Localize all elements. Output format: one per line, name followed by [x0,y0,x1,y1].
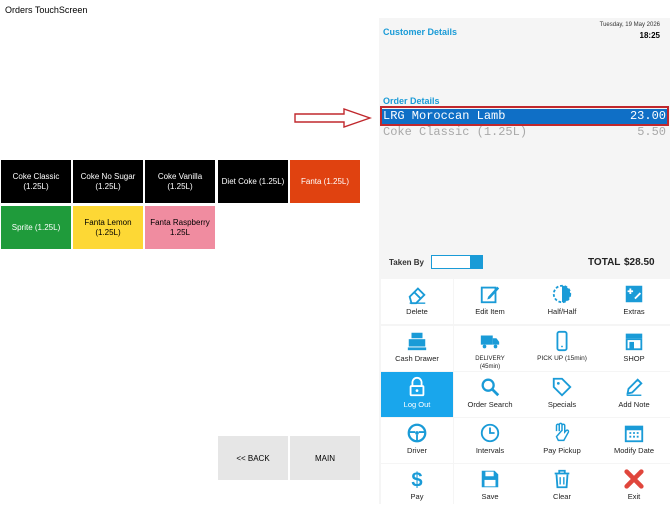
driver-button[interactable]: Driver [381,418,453,463]
taken-by-dropdown-toggle[interactable] [470,256,482,268]
add-note-button[interactable]: Add Note [598,372,670,417]
extras-icon [625,285,643,303]
product-coke-vanilla[interactable]: Coke Vanilla (1.25L) [145,160,215,203]
button-label: Cash Drawer [395,354,439,363]
button-label: Half/Half [547,307,577,316]
delivery-button[interactable]: DELIVERY (45min) [454,326,526,371]
annotation-arrow [294,108,372,128]
button-label: Delete [406,307,428,316]
pick-up-button[interactable]: PICK UP (15min) [526,326,598,371]
edit-item-button[interactable]: Edit Item [454,279,526,324]
back-button[interactable]: << BACK [218,436,288,480]
function-grid: Delete Edit Item Half/Half Extras Cash D… [379,277,670,509]
cash-register-icon [407,332,427,351]
product-coke-no-sugar[interactable]: Coke No Sugar (1.25L) [73,160,143,203]
button-label: Add Note [618,400,650,409]
steering-wheel-icon [407,423,427,443]
tag-icon [552,377,572,397]
edit-icon [480,286,500,304]
product-fanta-lemon[interactable]: Fanta Lemon (1.25L) [73,206,143,249]
customer-details-title: Customer Details [383,27,458,37]
dollar-icon: $ [411,469,422,490]
delivery-truck-icon [480,335,500,349]
button-label: Save [481,492,499,501]
eraser-icon [408,287,426,305]
extras-button[interactable]: Extras [598,279,670,324]
product-sprite[interactable]: Sprite (1.25L) [1,206,71,249]
lock-icon [409,376,425,397]
log-out-button[interactable]: Log Out [381,372,453,417]
specials-button[interactable]: Specials [526,372,598,417]
button-label: Clear [553,492,571,501]
button-label: Driver [407,446,427,455]
button-label: Intervals [475,446,505,455]
pay-pickup-button[interactable]: Pay Pickup [526,418,598,463]
intervals-button[interactable]: Intervals [454,418,526,463]
order-search-button[interactable]: Order Search [454,372,526,417]
pay-button[interactable]: $ Pay [381,464,453,509]
header-time: 18:25 [639,31,660,40]
svg-text:$: $ [411,469,422,490]
mobile-phone-icon [556,330,568,352]
button-label: Log Out [403,400,431,409]
exit-button[interactable]: Exit [598,464,670,509]
save-button[interactable]: Save [454,464,526,509]
button-label: Exit [627,492,641,501]
taken-by-label: Taken By [389,258,424,267]
button-label: Edit Item [475,307,505,316]
shop-button[interactable]: SHOP [598,326,670,371]
product-pane: Coke Classic (1.25L) Coke No Sugar (1.25… [0,18,379,504]
search-icon [481,378,500,397]
product-diet-coke[interactable]: Diet Coke (1.25L) [218,160,288,203]
button-label: PICK UP (15min) [537,355,587,362]
total-value: $28.50 [624,257,655,268]
clock-icon [480,423,500,443]
order-item-price: 5.50 [637,125,666,139]
order-line-item[interactable]: Coke Classic (1.25L) 5.50 [382,125,667,140]
cash-drawer-button[interactable]: Cash Drawer [381,326,453,371]
product-coke-classic[interactable]: Coke Classic (1.25L) [1,160,71,203]
trash-icon [554,469,570,489]
shop-icon [625,333,643,351]
clear-button[interactable]: Clear [526,464,598,509]
pencil-icon [626,378,643,396]
button-label: Extras [623,307,645,316]
calendar-icon [624,425,644,443]
floppy-disk-icon [481,470,499,488]
button-label: Modify Date [613,446,655,455]
product-fanta[interactable]: Fanta (1.25L) [290,160,360,203]
modify-date-button[interactable]: Modify Date [598,418,670,463]
main-button[interactable]: MAIN [290,436,360,480]
half-circle-icon [552,284,572,304]
button-label: Pay Pickup [543,446,581,455]
delete-button[interactable]: Delete [381,279,453,324]
order-pane: Tuesday, 19 May 2026 18:25 Customer Deta… [379,18,670,509]
button-label: SHOP [623,354,645,363]
header-date: Tuesday, 19 May 2026 [599,22,660,28]
button-label: Specials [547,400,577,409]
total-label: TOTAL [588,257,621,268]
hand-payment-icon [555,422,570,442]
window-title: Orders TouchScreen [5,5,88,15]
close-icon [624,469,644,489]
selected-row-highlight [380,106,669,126]
button-label: Order Search [467,400,513,409]
order-item-name: Coke Classic (1.25L) [383,125,528,139]
half-half-button[interactable]: Half/Half [526,279,598,324]
customer-details-panel[interactable] [382,40,667,90]
order-details-title: Order Details [383,96,440,106]
button-label: Pay [410,492,424,501]
product-fanta-raspberry[interactable]: Fanta Raspberry 1.25L [145,206,215,249]
button-label: DELIVERY (45min) [475,356,505,370]
taken-by-select[interactable] [431,255,483,269]
